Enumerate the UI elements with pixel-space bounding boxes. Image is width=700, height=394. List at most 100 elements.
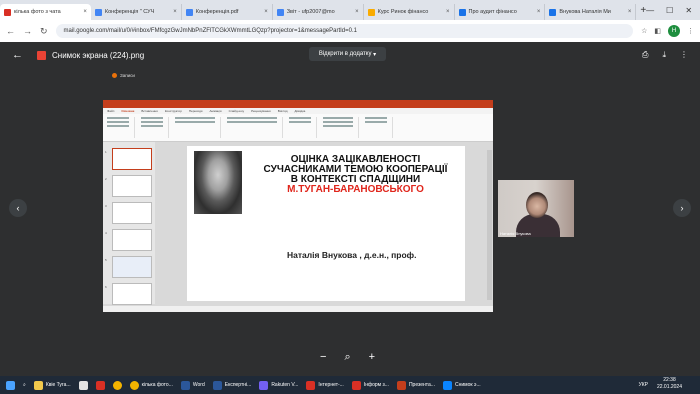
- docs-icon: [94, 8, 102, 16]
- file-name: Снимок экрана (224).png: [52, 50, 145, 60]
- slide-thumb: [112, 256, 152, 278]
- ppt-title-bar: [103, 100, 493, 108]
- word-icon: [212, 380, 222, 390]
- browser-tab-bar: кілька фото з чата × Конференція " СУЧ × К…: [0, 0, 700, 20]
- back-arrow-icon[interactable]: ←: [12, 49, 23, 61]
- forward-icon[interactable]: →: [23, 26, 32, 36]
- site-icon: [549, 8, 557, 16]
- taskbar-item[interactable]: [112, 380, 122, 390]
- presentation-slide: ОЦІНКА ЗАЦІКАВЛЕНОСТІ СУЧАСНИКАМИ ТЕМОЮ …: [187, 146, 465, 301]
- chrome-icon: [129, 380, 139, 390]
- zoom-out-icon[interactable]: −: [320, 351, 326, 364]
- taskbar-item[interactable]: Снимок э...: [442, 380, 481, 390]
- record-icon: [112, 73, 117, 78]
- recording-note: Записи: [112, 73, 135, 78]
- chevron-left-icon: ‹: [16, 203, 20, 213]
- chrome-icon: [112, 380, 122, 390]
- ppt-ribbon: [103, 114, 493, 142]
- zoom-reset-icon[interactable]: ⌕: [344, 351, 350, 364]
- taskbar-item[interactable]: Інтернет-...: [306, 380, 344, 390]
- tab-vnukova[interactable]: Внукова Наталія Ми ×: [545, 4, 637, 20]
- scrollbar: [487, 150, 492, 300]
- image-file-icon: [37, 50, 46, 60]
- taskbar-item[interactable]: кілька фото...: [129, 380, 173, 390]
- reload-icon[interactable]: ↻: [40, 26, 48, 37]
- site-icon: [458, 8, 466, 16]
- slide-thumb: [112, 148, 152, 170]
- word-icon: [180, 380, 190, 390]
- slide-author: Наталія Внукова , д.е.н., проф.: [287, 250, 417, 260]
- taskbar-item[interactable]: Інформ з...: [351, 380, 389, 390]
- close-tab-icon[interactable]: ×: [628, 9, 632, 15]
- slide-thumb: [112, 229, 152, 251]
- camera-feed: Наталія Внукова: [498, 180, 574, 237]
- print-icon[interactable]: ⎙: [642, 50, 648, 60]
- close-window-icon[interactable]: ✕: [685, 6, 692, 15]
- viber-icon: [259, 380, 269, 390]
- ppt-status-bar: [103, 306, 493, 312]
- chevron-right-icon: ›: [680, 203, 684, 213]
- taskbar-item[interactable]: Rakuten V...: [259, 380, 298, 390]
- minimize-icon[interactable]: —: [646, 6, 654, 15]
- slide-thumb: [112, 283, 152, 305]
- pdf-icon: [351, 380, 361, 390]
- zoom-controls: − ⌕ +: [320, 351, 375, 364]
- docs-icon: [185, 8, 193, 16]
- folder-icon: [33, 380, 43, 390]
- taskbar-item[interactable]: Word: [180, 380, 205, 390]
- taskbar-item[interactable]: [95, 380, 105, 390]
- portrait-photo: [194, 151, 242, 214]
- slide-thumbnails: 1 2 3 4 5 6: [103, 142, 155, 305]
- close-tab-icon[interactable]: ×: [173, 9, 177, 15]
- tab-conference[interactable]: Конференція " СУЧ ×: [91, 4, 182, 20]
- avatar[interactable]: Н: [668, 25, 680, 37]
- slide-title: ОЦІНКА ЗАЦІКАВЛЕНОСТІ СУЧАСНИКАМИ ТЕМОЮ …: [263, 154, 448, 195]
- back-icon[interactable]: ←: [6, 26, 15, 36]
- tab-conference-pdf[interactable]: Конференція.pdf ×: [182, 4, 273, 20]
- address-bar: ← → ↻ mail.google.com/mail/u/0/#inbox/FM…: [0, 20, 700, 42]
- app-icon: [78, 380, 88, 390]
- screenshot-image: Файл Основне Вставлення Конструктор Пере…: [103, 100, 493, 312]
- taskbar-item[interactable]: Презента...: [396, 380, 435, 390]
- search-button[interactable]: ⌕: [23, 382, 26, 388]
- camera-name: Наталія Внукова: [500, 231, 531, 236]
- taskbar-item[interactable]: Квіе Туга...: [33, 380, 71, 390]
- snip-icon: [442, 380, 452, 390]
- maximize-icon[interactable]: ☐: [666, 6, 673, 15]
- download-icon[interactable]: ⤓: [662, 50, 666, 60]
- docs-icon: [276, 8, 284, 16]
- tab-report[interactable]: Звіт - ufp2007@mo ×: [273, 4, 364, 20]
- tab-course[interactable]: Курс Ринок фінансо ×: [364, 4, 455, 20]
- language-indicator[interactable]: УКР: [639, 382, 648, 388]
- zoom-in-icon[interactable]: +: [369, 351, 375, 364]
- more-icon[interactable]: ⋮: [680, 50, 688, 60]
- tab-audit[interactable]: Про аудит фінансо ×: [455, 4, 546, 20]
- next-image-button[interactable]: ›: [673, 199, 691, 217]
- close-tab-icon[interactable]: ×: [83, 9, 87, 15]
- close-tab-icon[interactable]: ×: [264, 9, 268, 15]
- course-icon: [367, 8, 375, 16]
- prev-image-button[interactable]: ‹: [9, 199, 27, 217]
- slide-thumb: [112, 202, 152, 224]
- windows-taskbar: ⌕ Квіе Туга... кілька фото... Word Експе…: [0, 376, 700, 394]
- url-field[interactable]: mail.google.com/mail/u/0/#inbox/FMfcgzGw…: [55, 24, 634, 38]
- taskbar-item[interactable]: [78, 380, 88, 390]
- extensions-icon[interactable]: ◧: [654, 27, 661, 35]
- close-tab-icon[interactable]: ×: [355, 9, 359, 15]
- search-icon: ⌕: [23, 382, 26, 388]
- open-with-button[interactable]: Відкрити в додатку ▾: [309, 47, 386, 61]
- star-icon[interactable]: ☆: [641, 27, 647, 35]
- windows-icon: [6, 380, 15, 390]
- tab-gmail[interactable]: кілька фото з чата ×: [0, 4, 91, 20]
- menu-icon[interactable]: ⋮: [687, 27, 694, 35]
- close-tab-icon[interactable]: ×: [537, 9, 541, 15]
- slide-thumb: [112, 175, 152, 197]
- app-icon: [306, 380, 316, 390]
- close-tab-icon[interactable]: ×: [446, 9, 450, 15]
- gmail-icon: [4, 8, 11, 16]
- app-icon: [95, 380, 105, 390]
- start-button[interactable]: [6, 380, 15, 390]
- system-clock[interactable]: 22:38 22.01.2024: [657, 377, 682, 391]
- powerpoint-icon: [396, 380, 406, 390]
- taskbar-item[interactable]: Експертні...: [212, 380, 251, 390]
